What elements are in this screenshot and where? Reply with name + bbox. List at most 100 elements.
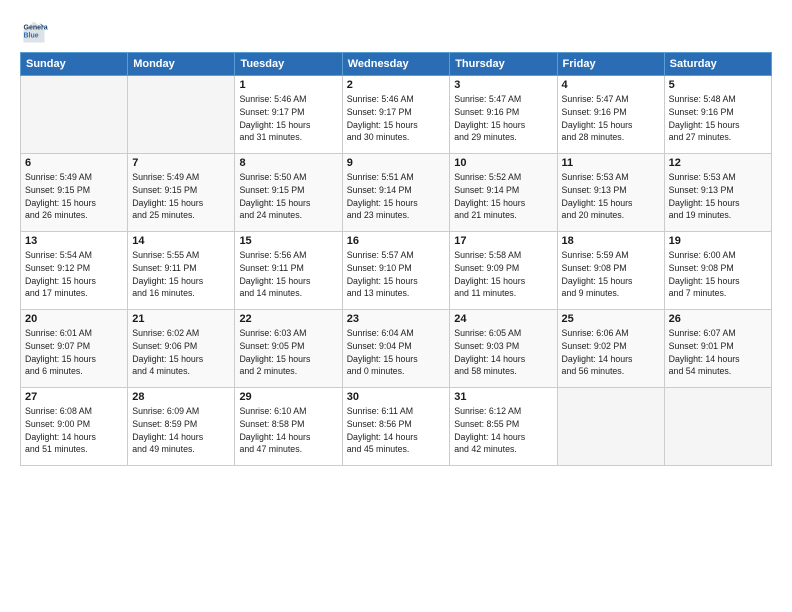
calendar-cell: 25 Sunrise: 6:06 AM Sunset: 9:02 PM Dayli… bbox=[557, 310, 664, 388]
calendar-cell: 17 Sunrise: 5:58 AM Sunset: 9:09 PM Dayli… bbox=[450, 232, 557, 310]
day-info: Sunrise: 5:49 AM Sunset: 9:15 PM Dayligh… bbox=[25, 171, 123, 222]
calendar-cell: 27Sunrise: 6:08 AM Sunset: 9:00 PM Dayli… bbox=[21, 388, 128, 466]
day-info: Sunrise: 5:56 AM Sunset: 9:11 PM Dayligh… bbox=[239, 249, 337, 300]
day-number: 14 bbox=[132, 235, 230, 247]
day-info: Sunrise: 6:07 AM Sunset: 9:01 PM Dayligh… bbox=[669, 327, 767, 378]
svg-text:Blue: Blue bbox=[24, 32, 39, 39]
calendar-header-row: SundayMondayTuesdayWednesdayThursdayFrid… bbox=[21, 53, 772, 76]
header: General Blue bbox=[20, 18, 772, 46]
calendar-cell: 16Sunrise: 5:57 AM Sunset: 9:10 PM Dayli… bbox=[342, 232, 450, 310]
day-number: 17 bbox=[454, 235, 552, 247]
calendar-cell: 26 Sunrise: 6:07 AM Sunset: 9:01 PM Dayli… bbox=[664, 310, 771, 388]
calendar-table: SundayMondayTuesdayWednesdayThursdayFrid… bbox=[20, 52, 772, 466]
day-info: Sunrise: 6:09 AM Sunset: 8:59 PM Dayligh… bbox=[132, 405, 230, 456]
day-number: 24 bbox=[454, 313, 552, 325]
calendar-cell: 1Sunrise: 5:46 AM Sunset: 9:17 PM Daylig… bbox=[235, 76, 342, 154]
day-info: Sunrise: 5:47 AM Sunset: 9:16 PM Dayligh… bbox=[454, 93, 552, 144]
calendar-week-1: 1Sunrise: 5:46 AM Sunset: 9:17 PM Daylig… bbox=[21, 76, 772, 154]
calendar-cell: 12 Sunrise: 5:53 AM Sunset: 9:13 PM Dayli… bbox=[664, 154, 771, 232]
calendar-cell: 30Sunrise: 6:11 AM Sunset: 8:56 PM Dayli… bbox=[342, 388, 450, 466]
day-info: Sunrise: 5:55 AM Sunset: 9:11 PM Dayligh… bbox=[132, 249, 230, 300]
day-info: Sunrise: 5:58 AM Sunset: 9:09 PM Dayligh… bbox=[454, 249, 552, 300]
day-info: Sunrise: 5:48 AM Sunset: 9:16 PM Dayligh… bbox=[669, 93, 767, 144]
day-number: 26 bbox=[669, 313, 767, 325]
calendar-cell bbox=[664, 388, 771, 466]
calendar-cell: 23 Sunrise: 6:04 AM Sunset: 9:04 PM Dayli… bbox=[342, 310, 450, 388]
calendar-cell bbox=[557, 388, 664, 466]
calendar-cell bbox=[21, 76, 128, 154]
day-number: 8 bbox=[239, 157, 337, 169]
calendar-cell bbox=[128, 76, 235, 154]
calendar-cell: 8 Sunrise: 5:50 AM Sunset: 9:15 PM Daylig… bbox=[235, 154, 342, 232]
calendar-cell: 31 Sunrise: 6:12 AM Sunset: 8:55 PM Dayli… bbox=[450, 388, 557, 466]
day-number: 20 bbox=[25, 313, 123, 325]
calendar-cell: 2Sunrise: 5:46 AM Sunset: 9:17 PM Daylig… bbox=[342, 76, 450, 154]
calendar-header-tuesday: Tuesday bbox=[235, 53, 342, 76]
day-number: 12 bbox=[669, 157, 767, 169]
calendar-cell: 11 Sunrise: 5:53 AM Sunset: 9:13 PM Dayli… bbox=[557, 154, 664, 232]
day-info: Sunrise: 6:01 AM Sunset: 9:07 PM Dayligh… bbox=[25, 327, 123, 378]
day-number: 13 bbox=[25, 235, 123, 247]
calendar-cell: 5Sunrise: 5:48 AM Sunset: 9:16 PM Daylig… bbox=[664, 76, 771, 154]
day-info: Sunrise: 5:53 AM Sunset: 9:13 PM Dayligh… bbox=[669, 171, 767, 222]
calendar-cell: 7 Sunrise: 5:49 AM Sunset: 9:15 PM Daylig… bbox=[128, 154, 235, 232]
day-info: Sunrise: 5:46 AM Sunset: 9:17 PM Dayligh… bbox=[347, 93, 446, 144]
calendar-cell: 9 Sunrise: 5:51 AM Sunset: 9:14 PM Daylig… bbox=[342, 154, 450, 232]
day-info: Sunrise: 5:49 AM Sunset: 9:15 PM Dayligh… bbox=[132, 171, 230, 222]
calendar-cell: 28 Sunrise: 6:09 AM Sunset: 8:59 PM Dayli… bbox=[128, 388, 235, 466]
day-info: Sunrise: 5:50 AM Sunset: 9:15 PM Dayligh… bbox=[239, 171, 337, 222]
calendar-header-monday: Monday bbox=[128, 53, 235, 76]
calendar-cell: 4Sunrise: 5:47 AM Sunset: 9:16 PM Daylig… bbox=[557, 76, 664, 154]
svg-text:General: General bbox=[24, 24, 49, 31]
day-info: Sunrise: 5:47 AM Sunset: 9:16 PM Dayligh… bbox=[562, 93, 660, 144]
day-number: 6 bbox=[25, 157, 123, 169]
calendar-week-3: 13 Sunrise: 5:54 AM Sunset: 9:12 PM Dayli… bbox=[21, 232, 772, 310]
day-number: 22 bbox=[239, 313, 337, 325]
calendar-week-4: 20 Sunrise: 6:01 AM Sunset: 9:07 PM Dayli… bbox=[21, 310, 772, 388]
day-info: Sunrise: 6:08 AM Sunset: 9:00 PM Dayligh… bbox=[25, 405, 123, 456]
calendar-week-2: 6 Sunrise: 5:49 AM Sunset: 9:15 PM Daylig… bbox=[21, 154, 772, 232]
calendar-cell: 6 Sunrise: 5:49 AM Sunset: 9:15 PM Daylig… bbox=[21, 154, 128, 232]
page: General Blue SundayMondayTuesdayWednesda… bbox=[0, 0, 792, 612]
day-info: Sunrise: 5:54 AM Sunset: 9:12 PM Dayligh… bbox=[25, 249, 123, 300]
day-number: 23 bbox=[347, 313, 446, 325]
day-info: Sunrise: 6:12 AM Sunset: 8:55 PM Dayligh… bbox=[454, 405, 552, 456]
day-number: 25 bbox=[562, 313, 660, 325]
day-info: Sunrise: 5:52 AM Sunset: 9:14 PM Dayligh… bbox=[454, 171, 552, 222]
day-info: Sunrise: 5:53 AM Sunset: 9:13 PM Dayligh… bbox=[562, 171, 660, 222]
day-number: 18 bbox=[562, 235, 660, 247]
calendar-header-friday: Friday bbox=[557, 53, 664, 76]
calendar-cell: 13 Sunrise: 5:54 AM Sunset: 9:12 PM Dayli… bbox=[21, 232, 128, 310]
calendar-header-wednesday: Wednesday bbox=[342, 53, 450, 76]
day-number: 28 bbox=[132, 391, 230, 403]
calendar-cell: 3 Sunrise: 5:47 AM Sunset: 9:16 PM Daylig… bbox=[450, 76, 557, 154]
day-info: Sunrise: 5:57 AM Sunset: 9:10 PM Dayligh… bbox=[347, 249, 446, 300]
calendar-header-sunday: Sunday bbox=[21, 53, 128, 76]
day-info: Sunrise: 6:03 AM Sunset: 9:05 PM Dayligh… bbox=[239, 327, 337, 378]
day-info: Sunrise: 6:06 AM Sunset: 9:02 PM Dayligh… bbox=[562, 327, 660, 378]
day-info: Sunrise: 6:04 AM Sunset: 9:04 PM Dayligh… bbox=[347, 327, 446, 378]
calendar-cell: 24 Sunrise: 6:05 AM Sunset: 9:03 PM Dayli… bbox=[450, 310, 557, 388]
day-info: Sunrise: 6:10 AM Sunset: 8:58 PM Dayligh… bbox=[239, 405, 337, 456]
day-number: 21 bbox=[132, 313, 230, 325]
calendar-cell: 15 Sunrise: 5:56 AM Sunset: 9:11 PM Dayli… bbox=[235, 232, 342, 310]
calendar-header-thursday: Thursday bbox=[450, 53, 557, 76]
day-number: 3 bbox=[454, 79, 552, 91]
day-number: 11 bbox=[562, 157, 660, 169]
day-number: 9 bbox=[347, 157, 446, 169]
logo: General Blue bbox=[20, 18, 52, 46]
day-number: 31 bbox=[454, 391, 552, 403]
day-info: Sunrise: 6:05 AM Sunset: 9:03 PM Dayligh… bbox=[454, 327, 552, 378]
logo-icon: General Blue bbox=[20, 18, 48, 46]
calendar-cell: 10 Sunrise: 5:52 AM Sunset: 9:14 PM Dayli… bbox=[450, 154, 557, 232]
day-info: Sunrise: 6:00 AM Sunset: 9:08 PM Dayligh… bbox=[669, 249, 767, 300]
day-info: Sunrise: 5:51 AM Sunset: 9:14 PM Dayligh… bbox=[347, 171, 446, 222]
calendar-header-saturday: Saturday bbox=[664, 53, 771, 76]
calendar-cell: 14 Sunrise: 5:55 AM Sunset: 9:11 PM Dayli… bbox=[128, 232, 235, 310]
day-number: 15 bbox=[239, 235, 337, 247]
day-info: Sunrise: 6:11 AM Sunset: 8:56 PM Dayligh… bbox=[347, 405, 446, 456]
day-number: 7 bbox=[132, 157, 230, 169]
calendar-cell: 20 Sunrise: 6:01 AM Sunset: 9:07 PM Dayli… bbox=[21, 310, 128, 388]
calendar-cell: 18Sunrise: 5:59 AM Sunset: 9:08 PM Dayli… bbox=[557, 232, 664, 310]
day-number: 10 bbox=[454, 157, 552, 169]
